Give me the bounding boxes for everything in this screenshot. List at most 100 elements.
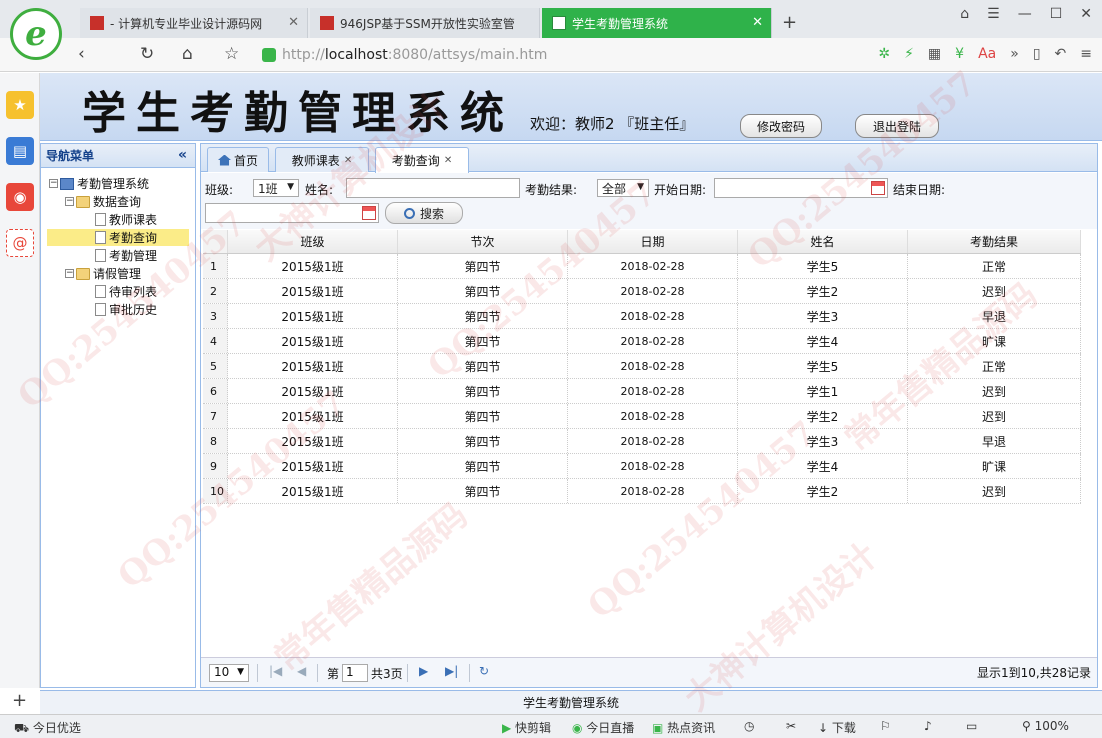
zoom-control[interactable]: ⚲ 100% [1022, 719, 1069, 733]
status-left-label: 今日优选 [32, 721, 81, 735]
phone-icon[interactable]: ▯ [1033, 46, 1041, 62]
payment-icon[interactable]: ¥ [955, 46, 964, 62]
page-size-select[interactable]: 10 ▼ [209, 664, 249, 682]
close-window-icon[interactable]: ✕ [1080, 6, 1092, 22]
browser-tab-1[interactable]: - 计算机专业毕业设计源码网 ✕ [80, 8, 308, 38]
browser-tab-2-label: 946JSP基于SSM开放性实验室管 [340, 16, 515, 31]
tree-node-teacher-schedule[interactable]: 教师课表 [95, 211, 157, 228]
status-item-live[interactable]: ◉ 今日直播 [572, 719, 634, 736]
reload-icon[interactable]: ↻ [140, 44, 154, 64]
skin-icon[interactable]: ⌂ [960, 6, 969, 22]
cell-name: 学生2 [738, 479, 908, 503]
end-date-input[interactable] [205, 203, 379, 223]
table-row[interactable]: 1 2015级1班 第四节 2018-02-28 学生5 正常 [203, 254, 1081, 279]
column-header-result[interactable]: 考勤结果 [908, 230, 1081, 253]
close-tab-icon[interactable]: ✕ [344, 155, 352, 166]
result-select-value: 全部 [602, 181, 627, 196]
bookmark-star-icon[interactable]: ☆ [224, 44, 239, 64]
table-row[interactable]: 2 2015级1班 第四节 2018-02-28 学生2 迟到 [203, 279, 1081, 304]
tools-icon[interactable]: ✂ [786, 719, 796, 733]
tree-node-approval-history[interactable]: 审批历史 [95, 301, 157, 318]
table-row[interactable]: 7 2015级1班 第四节 2018-02-28 学生2 迟到 [203, 404, 1081, 429]
class-select[interactable]: 1班 ▼ [253, 179, 299, 197]
first-page-button[interactable]: |◀ [269, 664, 282, 678]
news-icon[interactable]: ▤ [6, 137, 34, 165]
next-page-button[interactable]: ▶ [419, 664, 428, 678]
window-icon[interactable]: ▭ [966, 719, 977, 733]
tree-node-attendance-query[interactable]: 考勤查询 [47, 229, 189, 246]
browser-tab-2[interactable]: 946JSP基于SSM开放性实验室管 [310, 8, 540, 38]
status-left[interactable]: ⛟ 今日优选 [14, 719, 81, 737]
result-label: 考勤结果: [525, 183, 578, 197]
change-password-button[interactable]: 修改密码 [740, 114, 822, 138]
column-header-date[interactable]: 日期 [568, 230, 738, 253]
calendar-icon[interactable] [362, 206, 376, 220]
apps-icon[interactable]: ▦ [928, 46, 941, 62]
status-item-clip[interactable]: ▶ 快剪辑 [502, 719, 551, 736]
speed-icon[interactable]: ✲ [878, 46, 890, 62]
url-field[interactable]: http://localhost:8080/attsys/main.htm [262, 44, 742, 66]
table-row[interactable]: 5 2015级1班 第四节 2018-02-28 学生5 正常 [203, 354, 1081, 379]
column-header-class[interactable]: 班级 [228, 230, 398, 253]
translate-icon[interactable]: Aa [978, 46, 996, 62]
home-icon[interactable]: ⌂ [182, 44, 193, 64]
tree-node-attendance-manage[interactable]: 考勤管理 [95, 247, 157, 264]
lightning-icon[interactable]: ⚡ [904, 46, 914, 62]
tree-collapse-toggle-icon[interactable]: − [65, 197, 74, 206]
tree-collapse-toggle-icon[interactable]: − [65, 269, 74, 278]
tree-node-root[interactable]: − 考勤管理系统 [49, 175, 149, 192]
refresh-button[interactable]: ↻ [479, 664, 489, 678]
screenshot-icon[interactable]: ⚐ [880, 719, 891, 733]
tree-node-label: 考勤查询 [109, 231, 158, 245]
tree-node-leave-manage[interactable]: − 请假管理 [65, 265, 141, 282]
column-header-name[interactable]: 姓名 [738, 230, 908, 253]
table-row[interactable]: 9 2015级1班 第四节 2018-02-28 学生4 旷课 [203, 454, 1081, 479]
close-tab-icon[interactable]: ✕ [288, 15, 299, 30]
logout-button[interactable]: 退出登陆 [855, 114, 939, 138]
column-header-period[interactable]: 节次 [398, 230, 568, 253]
sidebar-add-icon[interactable]: + [12, 690, 27, 711]
back-icon[interactable]: ‹ [78, 44, 85, 64]
mail-icon[interactable]: @ [6, 229, 34, 257]
maximize-icon[interactable]: ☐ [1050, 6, 1063, 22]
new-tab-icon[interactable]: + [782, 12, 797, 33]
table-row[interactable]: 6 2015级1班 第四节 2018-02-28 学生1 迟到 [203, 379, 1081, 404]
history-icon[interactable]: ◷ [744, 719, 754, 733]
last-page-button[interactable]: ▶| [445, 664, 458, 678]
table-row[interactable]: 4 2015级1班 第四节 2018-02-28 学生4 旷课 [203, 329, 1081, 354]
close-tab-icon[interactable]: ✕ [752, 15, 763, 30]
start-date-input[interactable] [714, 178, 888, 198]
browser-tab-3[interactable]: 学生考勤管理系统 ✕ [542, 8, 772, 38]
close-tab-icon[interactable]: ✕ [444, 155, 452, 166]
status-item-news[interactable]: ▣ 热点资讯 [652, 719, 715, 736]
cell-class: 2015级1班 [228, 329, 398, 353]
collapse-icon[interactable]: « [178, 147, 187, 163]
tab-home[interactable]: 首页 [207, 147, 269, 172]
calendar-icon[interactable] [871, 181, 885, 195]
menu-icon[interactable]: ☰ [987, 6, 1000, 22]
tree-node-pending-list[interactable]: 待审列表 [95, 283, 157, 300]
tab-attendance-query[interactable]: 考勤查询 ✕ [375, 147, 469, 173]
cell-class: 2015级1班 [228, 429, 398, 453]
page-number-input[interactable]: 1 [342, 664, 369, 682]
table-row[interactable]: 8 2015级1班 第四节 2018-02-28 学生3 早退 [203, 429, 1081, 454]
table-row[interactable]: 10 2015级1班 第四节 2018-02-28 学生2 迟到 [203, 479, 1081, 504]
menu-icon[interactable]: ≡ [1080, 46, 1092, 62]
search-button[interactable]: 搜索 [385, 202, 463, 224]
sound-icon[interactable]: ♪ [924, 719, 932, 733]
prev-page-button[interactable]: ◀ [297, 664, 306, 678]
row-number: 10 [203, 479, 228, 503]
minimize-icon[interactable]: — [1018, 6, 1032, 22]
result-select[interactable]: 全部 ▼ [597, 179, 649, 197]
favorites-star-icon[interactable]: ★ [6, 91, 34, 119]
undo-icon[interactable]: ↶ [1055, 46, 1067, 62]
weibo-icon[interactable]: ◉ [6, 183, 34, 211]
cell-name: 学生3 [738, 429, 908, 453]
name-input[interactable] [346, 178, 520, 198]
table-row[interactable]: 3 2015级1班 第四节 2018-02-28 学生3 早退 [203, 304, 1081, 329]
tab-teacher-schedule[interactable]: 教师课表 ✕ [275, 147, 369, 172]
more-icon[interactable]: » [1010, 46, 1019, 62]
status-item-download[interactable]: ↓ 下载 [818, 719, 856, 736]
tree-collapse-toggle-icon[interactable]: − [49, 179, 58, 188]
tree-node-data-query[interactable]: − 数据查询 [65, 193, 141, 210]
